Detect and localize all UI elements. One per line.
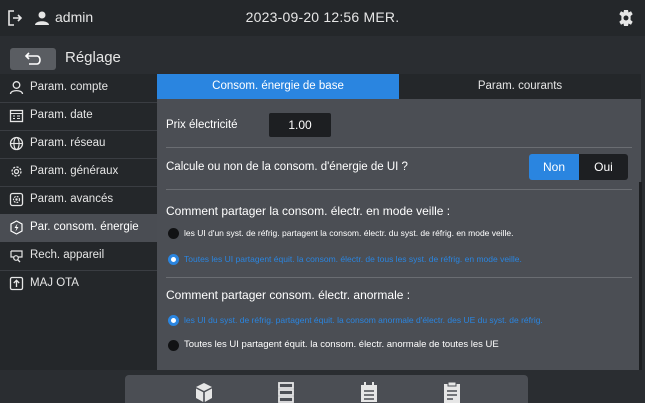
main-panel: Consom. énergie de base Param. courants … [157, 74, 641, 370]
device-search-icon [10, 250, 23, 263]
sidebar-item-label: Param. avancés [30, 193, 114, 205]
divider [166, 277, 632, 278]
datetime: 2023-09-20 12:56 MER. [245, 9, 400, 25]
gear-icon [11, 166, 22, 177]
sidebar-item-device-search[interactable]: Rech. appareil [0, 242, 157, 270]
back-button[interactable] [10, 48, 56, 70]
page-title: Réglage [65, 49, 121, 66]
list-icon[interactable] [277, 381, 295, 403]
standby-title: Comment partager la consom. électr. en m… [166, 204, 451, 218]
abnormal-option-1-radio[interactable] [168, 315, 179, 326]
sidebar-item-label: Param. date [30, 109, 93, 121]
advanced-gear-icon [9, 192, 24, 207]
sidebar-item-label: MAJ OTA [30, 277, 79, 289]
screen: admin 2023-09-20 12:56 MER. Réglage Para… [0, 0, 645, 403]
back-arrow-icon [24, 52, 41, 65]
abnormal-option-2-label: Toutes les UI partagent équit. la consom… [184, 339, 499, 350]
divider [166, 189, 632, 190]
cube-icon[interactable] [195, 381, 213, 403]
user-icon [9, 81, 24, 95]
price-label: Prix électricité [166, 119, 238, 131]
calendar-icon [9, 109, 24, 123]
abnormal-option-1-label: les UI du syst. de réfrig. partagent équ… [184, 315, 543, 325]
sidebar: Param. compte Param. date Param. réseau [0, 74, 157, 370]
price-input[interactable]: 1.00 [269, 113, 331, 137]
upload-icon [9, 276, 24, 291]
sidebar-item-label: Param. généraux [30, 165, 119, 177]
standby-option-1-label: les UI d'un syst. de réfrig. partagent l… [184, 228, 514, 238]
non-button[interactable]: Non [529, 154, 579, 180]
settings-icon[interactable] [617, 9, 635, 27]
tab-current-params[interactable]: Param. courants [399, 74, 641, 99]
standby-option-2-radio[interactable] [168, 254, 179, 265]
bottom-nav [125, 375, 528, 403]
tab-basic-energy[interactable]: Consom. énergie de base [157, 74, 399, 99]
document-icon[interactable] [443, 381, 461, 403]
abnormal-option-2-radio[interactable] [168, 340, 179, 351]
sidebar-item-label: Par. consom. énergie [30, 221, 139, 233]
standby-option-2-label: Toutes les UI partagent équit. la consom… [184, 254, 522, 264]
sidebar-item-account[interactable]: Param. compte [0, 74, 157, 102]
sidebar-item-energy[interactable]: Par. consom. énergie [0, 214, 157, 242]
oui-button[interactable]: Oui [579, 154, 628, 180]
sidebar-item-label: Rech. appareil [30, 249, 105, 261]
sidebar-item-advanced[interactable]: Param. avancés [0, 186, 157, 214]
sidebar-item-ota[interactable]: MAJ OTA [0, 270, 157, 298]
divider [166, 147, 632, 148]
sidebar-item-general[interactable]: Param. généraux [0, 158, 157, 186]
globe-icon [9, 136, 24, 151]
top-bar: admin 2023-09-20 12:56 MER. [0, 0, 645, 36]
standby-option-1-radio[interactable] [168, 228, 179, 239]
sidebar-item-network[interactable]: Param. réseau [0, 130, 157, 158]
scrollbar[interactable] [639, 182, 642, 370]
abnormal-title: Comment partager consom. électr. anormal… [166, 288, 411, 302]
calendar-icon[interactable] [360, 381, 378, 403]
sidebar-item-label: Param. réseau [30, 137, 106, 149]
sidebar-item-date[interactable]: Param. date [0, 102, 157, 130]
calc-question: Calcule ou non de la consom. d'énergie d… [166, 161, 408, 173]
energy-icon [10, 220, 23, 235]
sidebar-item-label: Param. compte [30, 81, 108, 93]
